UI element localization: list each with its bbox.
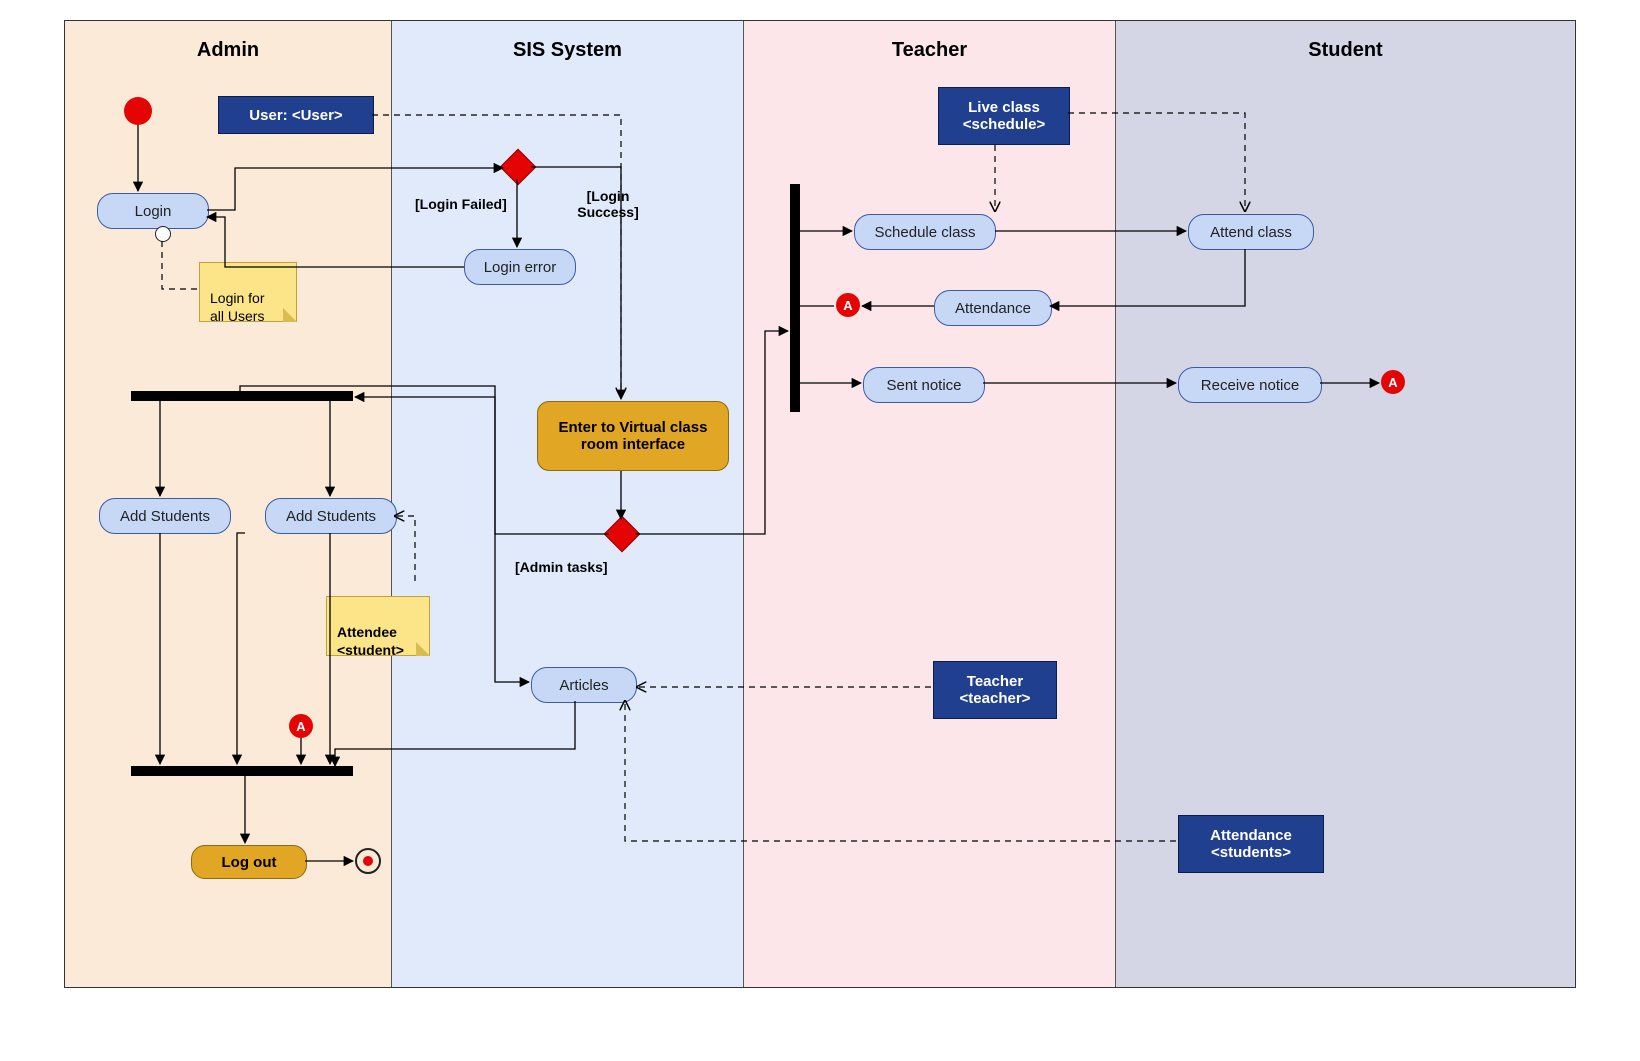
lane-teacher-title: Teacher (744, 39, 1115, 62)
activity-receive-notice: Receive notice (1178, 367, 1322, 403)
datastore-teacher: Teacher <teacher> (933, 661, 1057, 719)
flow-ref-a-out-1: A (836, 293, 860, 317)
guard-login-failed: [Login Failed] (415, 196, 507, 212)
activity-sent-notice: Sent notice (863, 367, 985, 403)
fork-teacher-vertical (790, 184, 800, 412)
fork-admin (131, 391, 353, 401)
activity-articles: Articles (531, 667, 637, 703)
lane-admin-title: Admin (65, 39, 391, 62)
datastore-attendance-students: Attendance <students> (1178, 815, 1324, 873)
flow-ref-a-out-2: A (1381, 370, 1405, 394)
activity-attendance: Attendance (934, 290, 1052, 326)
datastore-user: User: <User> (218, 96, 374, 134)
activity-login-error: Login error (464, 249, 576, 285)
final-node (355, 848, 381, 874)
note-attendee-text: Attendee <student> (337, 624, 404, 658)
activity-attend-class: Attend class (1188, 214, 1314, 250)
flow-ref-a-in: A (289, 714, 313, 738)
note-fold-icon (283, 308, 297, 322)
activity-login: Login (97, 193, 209, 229)
connector-note-circle (155, 226, 171, 242)
activity-enter-virtual-classroom: Enter to Virtual class room interface (537, 401, 729, 471)
datastore-live-class: Live class <schedule> (938, 87, 1070, 145)
note-fold-icon (416, 642, 430, 656)
lane-student-title: Student (1116, 39, 1575, 62)
lane-teacher: Teacher (744, 21, 1116, 987)
lane-sis-system: SIS System (392, 21, 744, 987)
activity-schedule-class: Schedule class (854, 214, 996, 250)
activity-add-students-1: Add Students (99, 498, 231, 534)
initial-node (124, 97, 152, 125)
activity-add-students-2: Add Students (265, 498, 397, 534)
note-login-all-users: Login for all Users (199, 262, 297, 322)
activity-log-out: Log out (191, 845, 307, 879)
note-attendee-student: Attendee <student> (326, 596, 430, 656)
note-login-text: Login for all Users (210, 290, 264, 324)
lane-sis-title: SIS System (392, 39, 743, 62)
guard-admin-tasks: [Admin tasks] (515, 559, 608, 575)
guard-login-success: [Login Success] (568, 188, 648, 220)
activity-diagram: Admin SIS System Teacher Student Login U… (64, 20, 1576, 988)
join-admin (131, 766, 353, 776)
